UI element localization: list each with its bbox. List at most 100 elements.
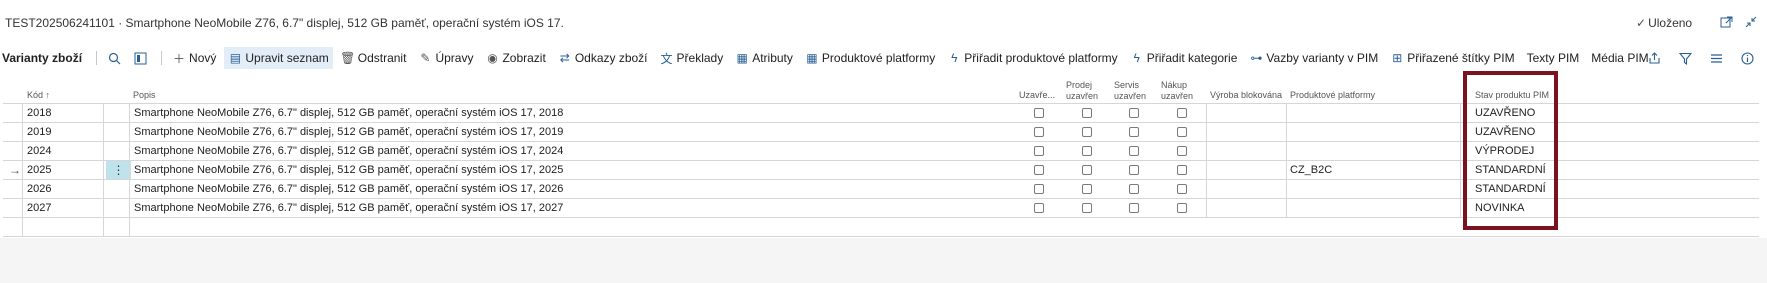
purchase-closed-checkbox[interactable] bbox=[1177, 108, 1187, 118]
column-header-description[interactable]: Popis bbox=[133, 90, 156, 101]
sales-closed-checkbox[interactable] bbox=[1082, 146, 1092, 156]
column-divider bbox=[1286, 142, 1287, 161]
cell-code[interactable]: 2024 bbox=[27, 142, 51, 160]
assign-icon: ϟ bbox=[951, 51, 958, 65]
column-divider bbox=[129, 142, 130, 161]
assign-product-platforms-button[interactable]: ϟ Přiřadit produktové platformy bbox=[943, 47, 1121, 69]
closed-checkbox[interactable] bbox=[1034, 146, 1044, 156]
cell-code[interactable]: 2019 bbox=[27, 123, 51, 141]
assign-icon: ϟ bbox=[1133, 51, 1140, 65]
cell-code[interactable]: 2025 bbox=[27, 161, 51, 179]
sales-closed-checkbox[interactable] bbox=[1082, 108, 1092, 118]
cell-code[interactable]: 2027 bbox=[27, 199, 51, 217]
column-divider bbox=[1206, 161, 1207, 180]
column-divider bbox=[103, 180, 104, 199]
saved-label: Uloženo bbox=[1648, 16, 1693, 30]
collapse-icon[interactable] bbox=[1743, 14, 1759, 30]
column-divider bbox=[1460, 161, 1461, 180]
service-closed-checkbox[interactable] bbox=[1129, 146, 1139, 156]
column-header-purchase-closed[interactable]: Nákup uzavřen bbox=[1161, 80, 1201, 102]
view-button[interactable]: ◉ Zobrazit bbox=[481, 47, 549, 69]
cell-description[interactable]: Smartphone NeoMobile Z76, 6.7" displej, … bbox=[134, 199, 563, 217]
service-closed-checkbox[interactable] bbox=[1129, 165, 1139, 175]
cell-description[interactable]: Smartphone NeoMobile Z76, 6.7" displej, … bbox=[134, 104, 563, 122]
column-header-product-platforms[interactable]: Produktové platformy bbox=[1290, 90, 1375, 101]
purchase-closed-checkbox[interactable] bbox=[1177, 203, 1187, 213]
cell-product-platforms[interactable]: CZ_B2C bbox=[1290, 161, 1332, 179]
column-divider bbox=[103, 142, 104, 161]
cell-description[interactable]: Smartphone NeoMobile Z76, 6.7" displej, … bbox=[134, 123, 563, 141]
column-header-code[interactable]: Kód ↑ bbox=[27, 90, 50, 101]
row-actions-menu-icon[interactable]: ⋮ bbox=[106, 161, 131, 179]
closed-checkbox[interactable] bbox=[1034, 127, 1044, 137]
new-button[interactable]: ＋ Nový bbox=[168, 47, 220, 69]
column-divider bbox=[1286, 199, 1287, 218]
cell-description[interactable]: Smartphone NeoMobile Z76, 6.7" displej, … bbox=[134, 142, 563, 160]
info-icon[interactable] bbox=[1736, 47, 1758, 69]
sales-closed-checkbox[interactable] bbox=[1082, 203, 1092, 213]
closed-checkbox[interactable] bbox=[1034, 184, 1044, 194]
column-divider bbox=[103, 199, 104, 218]
purchase-closed-checkbox[interactable] bbox=[1177, 184, 1187, 194]
cell-description[interactable]: Smartphone NeoMobile Z76, 6.7" displej, … bbox=[134, 180, 563, 198]
column-header-closed[interactable]: Uzavře... bbox=[1019, 90, 1055, 101]
closed-checkbox[interactable] bbox=[1034, 108, 1044, 118]
purchase-closed-checkbox[interactable] bbox=[1177, 127, 1187, 137]
column-divider bbox=[1206, 104, 1207, 123]
delete-button[interactable]: 🗑 Odstranit bbox=[337, 47, 411, 69]
column-divider bbox=[22, 180, 23, 199]
column-header-production-blocked[interactable]: Výroba blokována bbox=[1210, 90, 1282, 101]
list-view-icon[interactable] bbox=[1705, 47, 1727, 69]
closed-checkbox[interactable] bbox=[1034, 165, 1044, 175]
service-closed-checkbox[interactable] bbox=[1129, 184, 1139, 194]
grid-icon: ▦ bbox=[806, 51, 818, 65]
edit-list-button[interactable]: ▤ Upravit seznam bbox=[224, 47, 333, 69]
service-closed-checkbox[interactable] bbox=[1129, 127, 1139, 137]
search-icon[interactable] bbox=[103, 47, 125, 69]
cell-code[interactable]: 2026 bbox=[27, 180, 51, 198]
closed-checkbox[interactable] bbox=[1034, 203, 1044, 213]
column-header-sales-closed[interactable]: Prodej uzavřen bbox=[1066, 80, 1106, 102]
assign-categories-button[interactable]: ϟ Přiřadit kategorie bbox=[1126, 47, 1242, 69]
column-divider bbox=[1460, 180, 1461, 199]
variant-relations-pim-button[interactable]: ⊶ Vazby varianty v PIM bbox=[1245, 47, 1382, 69]
purchase-closed-checkbox[interactable] bbox=[1177, 165, 1187, 175]
cell-description[interactable]: Smartphone NeoMobile Z76, 6.7" displej, … bbox=[134, 161, 563, 179]
column-divider bbox=[1286, 104, 1287, 123]
sales-closed-checkbox[interactable] bbox=[1082, 165, 1092, 175]
column-divider bbox=[22, 199, 23, 218]
toolbar-divider bbox=[96, 51, 98, 65]
purchase-closed-checkbox[interactable] bbox=[1177, 146, 1187, 156]
column-divider bbox=[1206, 180, 1207, 199]
assign-product-platforms-label: Přiřadit produktové platformy bbox=[964, 51, 1118, 65]
column-divider bbox=[1206, 142, 1207, 161]
eye-icon: ◉ bbox=[487, 51, 498, 65]
column-divider bbox=[1206, 199, 1207, 218]
sales-closed-checkbox[interactable] bbox=[1082, 184, 1092, 194]
column-divider bbox=[22, 142, 23, 161]
saved-status: ✓ Uloženo bbox=[1636, 16, 1692, 30]
new-button-label: Nový bbox=[189, 51, 217, 65]
item-references-button[interactable]: ⇄ Odkazy zboží bbox=[554, 47, 652, 69]
delete-button-label: Odstranit bbox=[357, 51, 407, 65]
attributes-button[interactable]: ▦ Atributy bbox=[731, 47, 797, 69]
column-header-service-closed[interactable]: Servis uzavřen bbox=[1114, 80, 1154, 102]
translations-button[interactable]: 文 Překlady bbox=[656, 47, 728, 69]
column-divider bbox=[103, 104, 104, 123]
layout-toggle-icon[interactable] bbox=[129, 47, 151, 69]
variant-relations-pim-label: Vazby varianty v PIM bbox=[1266, 51, 1379, 65]
edit-button[interactable]: ✎ Úpravy bbox=[414, 47, 477, 69]
column-divider bbox=[129, 180, 130, 199]
assigned-tags-pim-button[interactable]: ⊞ Přiřazené štítky PIM bbox=[1386, 47, 1518, 69]
column-divider bbox=[1460, 199, 1461, 218]
share-icon[interactable] bbox=[1643, 47, 1665, 69]
translations-label: Překlady bbox=[676, 51, 724, 65]
open-new-window-icon[interactable] bbox=[1718, 14, 1734, 30]
sales-closed-checkbox[interactable] bbox=[1082, 127, 1092, 137]
product-platforms-button[interactable]: ▦ Produktové platformy bbox=[801, 47, 939, 69]
service-closed-checkbox[interactable] bbox=[1129, 203, 1139, 213]
service-closed-checkbox[interactable] bbox=[1129, 108, 1139, 118]
texts-pim-button[interactable]: Texty PIM bbox=[1523, 47, 1584, 69]
filter-icon[interactable] bbox=[1674, 47, 1696, 69]
cell-code[interactable]: 2018 bbox=[27, 104, 51, 122]
